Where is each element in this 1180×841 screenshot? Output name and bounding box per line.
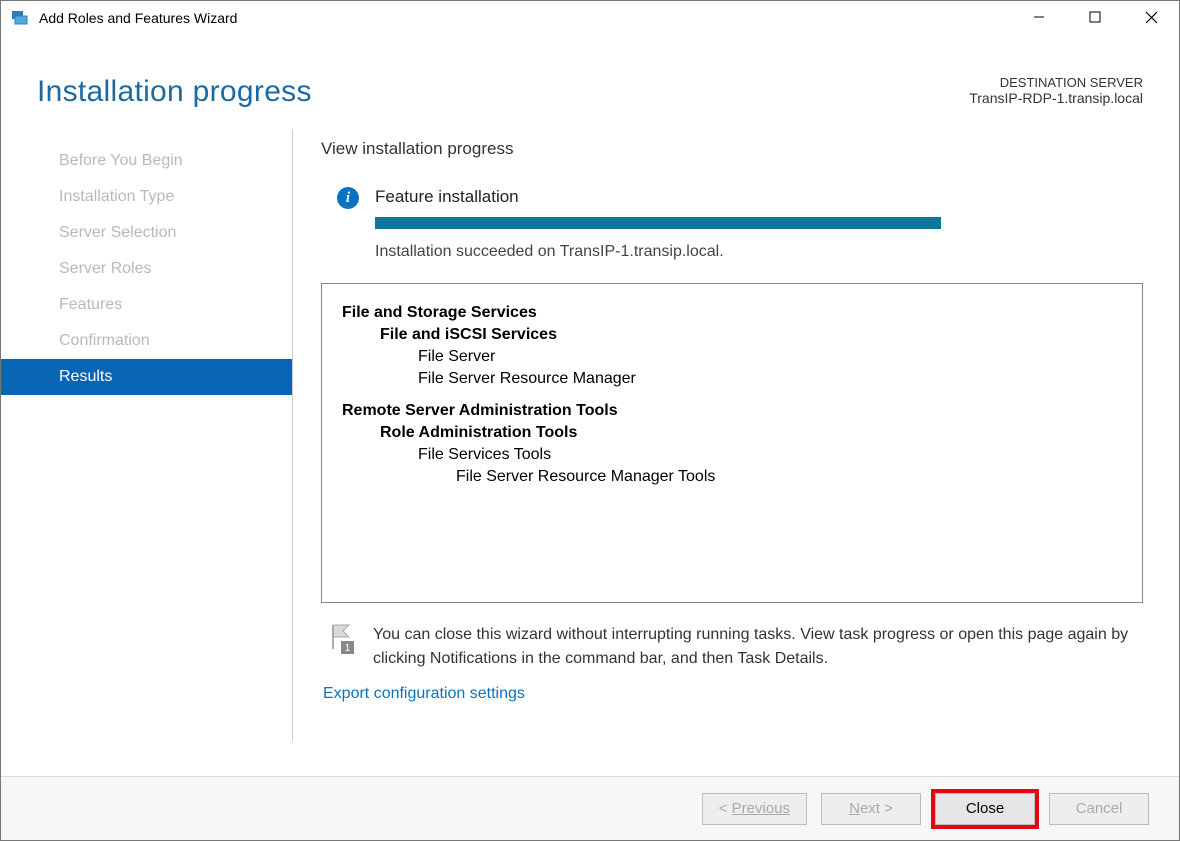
maximize-button[interactable] [1067,1,1123,33]
status-main: Feature installation Installation succee… [375,187,1143,277]
cancel-button: Cancel [1049,793,1149,825]
tree-item: File Server [418,348,1122,366]
main-panel: View installation progress i Feature ins… [321,129,1143,776]
destination-value: TransIP-RDP-1.transip.local [969,90,1143,106]
tree-item: File and Storage Services [342,304,1122,322]
flag-icon: 1 [329,623,355,653]
destination-server: DESTINATION SERVER TransIP-RDP-1.transip… [969,75,1143,106]
footer: < Previous Next > Close Cancel [1,776,1179,840]
sidebar: Before You Begin Installation Type Serve… [1,129,293,741]
tree-item: File Server Resource Manager [418,370,1122,388]
body: Before You Begin Installation Type Serve… [1,109,1179,776]
titlebar: Add Roles and Features Wizard [1,1,1179,35]
tree-item: File Services Tools [418,446,1122,464]
sidebar-item-server-roles: Server Roles [1,251,292,287]
previous-button: < Previous [702,793,807,825]
window-controls [1011,1,1179,33]
header: Installation progress DESTINATION SERVER… [1,35,1179,109]
status-title: Feature installation [375,187,1143,207]
destination-label: DESTINATION SERVER [969,75,1143,90]
window-title: Add Roles and Features Wizard [39,10,237,26]
sidebar-item-server-selection: Server Selection [1,215,292,251]
status-row: i Feature installation Installation succ… [321,187,1143,277]
page-title: Installation progress [37,75,312,109]
close-window-button[interactable] [1123,1,1179,33]
wizard-window: Add Roles and Features Wizard Installati… [0,0,1180,841]
progress-bar [375,217,941,229]
sidebar-item-confirmation: Confirmation [1,323,292,359]
tree-item: Role Administration Tools [380,424,1122,442]
sidebar-item-results[interactable]: Results [1,359,292,395]
minimize-button[interactable] [1011,1,1067,33]
sidebar-item-features: Features [1,287,292,323]
tree-item: File and iSCSI Services [380,326,1122,344]
sidebar-item-installation-type: Installation Type [1,179,292,215]
hint-row: 1 You can close this wizard without inte… [321,603,1143,677]
app-icon [11,9,29,27]
tree-item: Remote Server Administration Tools [342,402,1122,420]
status-message: Installation succeeded on TransIP-1.tran… [375,243,1143,261]
export-link[interactable]: Export configuration settings [321,677,1143,703]
subheading: View installation progress [321,139,1143,159]
next-button: Next > [821,793,921,825]
close-button[interactable]: Close [935,793,1035,825]
info-icon: i [337,187,359,209]
svg-text:1: 1 [345,643,351,654]
sidebar-item-before-you-begin: Before You Begin [1,143,292,179]
hint-text: You can close this wizard without interr… [373,623,1143,671]
results-tree: File and Storage Services File and iSCSI… [321,283,1143,603]
tree-item: File Server Resource Manager Tools [456,468,1122,486]
